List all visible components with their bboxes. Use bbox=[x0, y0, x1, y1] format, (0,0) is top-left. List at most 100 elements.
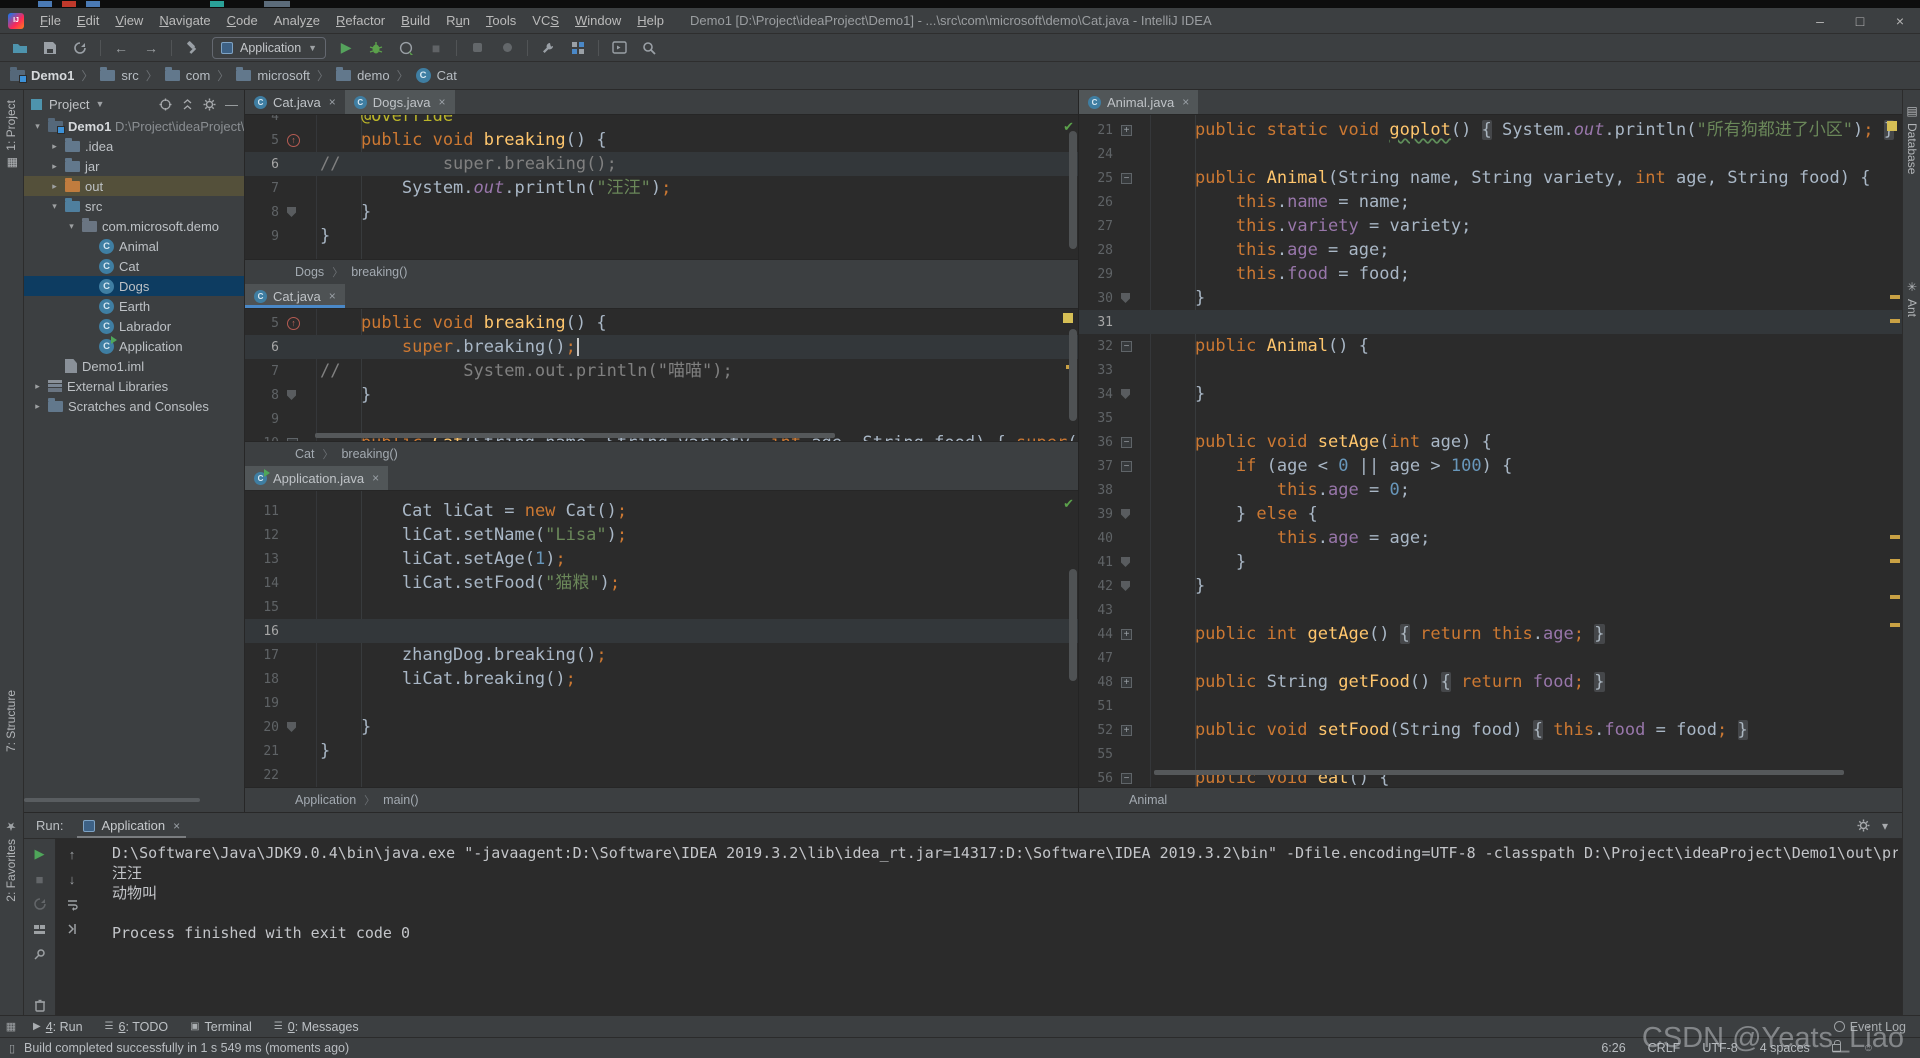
fold-collapse-icon[interactable]: − bbox=[287, 438, 298, 442]
editor-breadcrumb-item[interactable]: Dogs bbox=[295, 265, 324, 279]
tool-window-button-terminal[interactable]: ▣Terminal bbox=[179, 1020, 263, 1034]
event-log-button[interactable]: Event Log bbox=[1834, 1020, 1906, 1034]
project-structure-icon[interactable] bbox=[568, 38, 588, 58]
editor-application[interactable]: 1011 Cat liCat = new Cat();12 liCat.setN… bbox=[245, 491, 1078, 787]
close-icon[interactable]: × bbox=[372, 471, 379, 485]
menu-build[interactable]: Build bbox=[393, 13, 438, 28]
fold-expand-icon[interactable]: + bbox=[1121, 725, 1132, 736]
tree-item-out[interactable]: ▸out bbox=[24, 176, 244, 196]
fold-collapse-icon[interactable]: − bbox=[1121, 773, 1132, 784]
fold-collapse-icon[interactable]: − bbox=[1121, 341, 1132, 352]
back-icon[interactable]: ← bbox=[111, 38, 131, 58]
menu-run[interactable]: Run bbox=[438, 13, 478, 28]
editor-breadcrumb-item[interactable]: Application bbox=[295, 793, 356, 807]
tool-window-button-4-run[interactable]: ▶4: Run bbox=[22, 1020, 94, 1034]
collapse-all-icon[interactable] bbox=[181, 98, 194, 111]
editor-dogs[interactable]: 4 @Override5↑ public void breaking() {6/… bbox=[245, 115, 1078, 259]
fold-end-icon[interactable] bbox=[1121, 557, 1130, 567]
editor-hscrollbar[interactable] bbox=[315, 433, 835, 438]
fold-end-icon[interactable] bbox=[287, 207, 296, 217]
fold-collapse-icon[interactable]: − bbox=[1121, 461, 1132, 472]
run-tab-application[interactable]: Application × bbox=[77, 813, 186, 838]
restart-icon[interactable] bbox=[32, 896, 48, 912]
tool-window-button-0-messages[interactable]: ☰0: Messages bbox=[263, 1020, 370, 1034]
editor-vscrollbar[interactable] bbox=[1069, 569, 1077, 681]
fold-expand-icon[interactable]: + bbox=[1121, 629, 1132, 640]
file-encoding[interactable]: UTF-8 bbox=[1702, 1041, 1737, 1055]
editor-hscrollbar[interactable] bbox=[1154, 770, 1844, 775]
tree-toggle-icon[interactable]: ▸ bbox=[49, 181, 60, 192]
breadcrumb-item-cat[interactable]: CCat bbox=[416, 68, 457, 83]
project-panel-title[interactable]: Project bbox=[49, 97, 89, 112]
tree-item-scratches-and-consoles[interactable]: ▸Scratches and Consoles bbox=[24, 396, 244, 416]
scroll-to-end-icon[interactable] bbox=[64, 921, 80, 937]
tree-item-src[interactable]: ▾src bbox=[24, 196, 244, 216]
tree-item-demo1-iml[interactable]: Demo1.iml bbox=[24, 356, 244, 376]
menu-code[interactable]: Code bbox=[219, 13, 266, 28]
forward-icon[interactable]: → bbox=[141, 38, 161, 58]
tree-item--idea[interactable]: ▸.idea bbox=[24, 136, 244, 156]
project-tree-hscrollbar[interactable] bbox=[24, 798, 200, 802]
run-console-output[interactable]: D:\Software\Java\JDK9.0.4\bin\java.exe "… bbox=[112, 843, 1898, 1015]
minimize-button[interactable]: – bbox=[1800, 13, 1840, 29]
fold-collapse-icon[interactable]: − bbox=[1121, 173, 1132, 184]
editor-breadcrumb-item[interactable]: Animal bbox=[1129, 793, 1167, 807]
line-ending[interactable]: CRLF bbox=[1648, 1041, 1681, 1055]
editor-vscrollbar[interactable] bbox=[1069, 329, 1077, 421]
locate-file-icon[interactable] bbox=[159, 98, 172, 111]
tool-window-button-favorites[interactable]: 2: Favorites ★ bbox=[4, 820, 18, 902]
editor-tab-dogs-java[interactable]: CDogs.java× bbox=[345, 90, 455, 114]
editor-breadcrumb-item[interactable]: breaking() bbox=[351, 265, 407, 279]
menu-tools[interactable]: Tools bbox=[478, 13, 524, 28]
editor-tab-animal-java[interactable]: CAnimal.java× bbox=[1079, 90, 1198, 114]
editor-tab-application-java[interactable]: CApplication.java× bbox=[245, 466, 388, 490]
menu-vcs[interactable]: VCS bbox=[524, 13, 567, 28]
editor-vscrollbar[interactable] bbox=[1069, 131, 1077, 249]
tree-toggle-icon[interactable]: ▾ bbox=[66, 221, 77, 232]
settings-gear-icon[interactable] bbox=[1857, 819, 1870, 832]
coverage-button[interactable] bbox=[396, 38, 416, 58]
menu-window[interactable]: Window bbox=[567, 13, 629, 28]
search-everywhere-icon[interactable] bbox=[639, 38, 659, 58]
dump-threads-icon[interactable] bbox=[32, 921, 48, 937]
tree-toggle-icon[interactable]: ▸ bbox=[32, 401, 43, 412]
rerun-button[interactable]: ▶ bbox=[32, 846, 48, 862]
run-anything-icon[interactable] bbox=[609, 38, 629, 58]
tree-item-external-libraries[interactable]: ▸External Libraries bbox=[24, 376, 244, 396]
breadcrumb-item-com[interactable]: com bbox=[165, 68, 211, 83]
stop-button[interactable]: ■ bbox=[32, 871, 48, 887]
run-button[interactable]: ▶ bbox=[336, 38, 356, 58]
fold-end-icon[interactable] bbox=[1121, 389, 1130, 399]
close-icon[interactable]: × bbox=[329, 289, 336, 303]
read-only-lock-icon[interactable] bbox=[1832, 1044, 1841, 1052]
up-stack-icon[interactable]: ↑ bbox=[64, 846, 80, 862]
indent-setting[interactable]: 4 spaces bbox=[1760, 1041, 1810, 1055]
tree-item-animal[interactable]: CAnimal bbox=[24, 236, 244, 256]
profiler-icon[interactable] bbox=[497, 38, 517, 58]
tool-window-switcher-icon[interactable]: ▦ bbox=[0, 1020, 22, 1033]
editor-tab-cat-java[interactable]: CCat.java× bbox=[245, 284, 345, 308]
close-icon[interactable]: × bbox=[439, 95, 446, 109]
stop-button[interactable]: ■ bbox=[426, 38, 446, 58]
hide-panel-icon[interactable]: ― bbox=[225, 97, 238, 112]
breadcrumb-item-demo[interactable]: demo bbox=[336, 68, 390, 83]
editor-tab-cat-java[interactable]: CCat.java× bbox=[245, 90, 345, 114]
tree-item-cat[interactable]: CCat bbox=[24, 256, 244, 276]
pin-icon[interactable] bbox=[32, 946, 48, 962]
fold-end-icon[interactable] bbox=[287, 722, 296, 732]
editor-cat[interactable]: 5↑ public void breaking() {6 super.break… bbox=[245, 309, 1078, 441]
fold-expand-icon[interactable]: + bbox=[1121, 677, 1132, 688]
fold-end-icon[interactable] bbox=[1121, 293, 1130, 303]
breadcrumb-item-microsoft[interactable]: microsoft bbox=[236, 68, 310, 83]
editor-animal[interactable]: 21+ public static void goplot() { System… bbox=[1079, 115, 1902, 787]
breadcrumb-item-demo1[interactable]: Demo1 bbox=[10, 68, 74, 83]
menu-view[interactable]: View bbox=[107, 13, 151, 28]
tree-item-jar[interactable]: ▸jar bbox=[24, 156, 244, 176]
tool-window-button-database[interactable]: ▤ Database bbox=[1905, 104, 1919, 174]
tree-toggle-icon[interactable]: ▾ bbox=[32, 121, 43, 132]
tool-window-button-6-todo[interactable]: ☰6: TODO bbox=[94, 1020, 180, 1034]
editor-breadcrumb-item[interactable]: breaking() bbox=[341, 447, 397, 461]
menu-file[interactable]: File bbox=[32, 13, 69, 28]
editor-breadcrumb-item[interactable]: Cat bbox=[295, 447, 314, 461]
tree-toggle-icon[interactable]: ▸ bbox=[32, 381, 43, 392]
